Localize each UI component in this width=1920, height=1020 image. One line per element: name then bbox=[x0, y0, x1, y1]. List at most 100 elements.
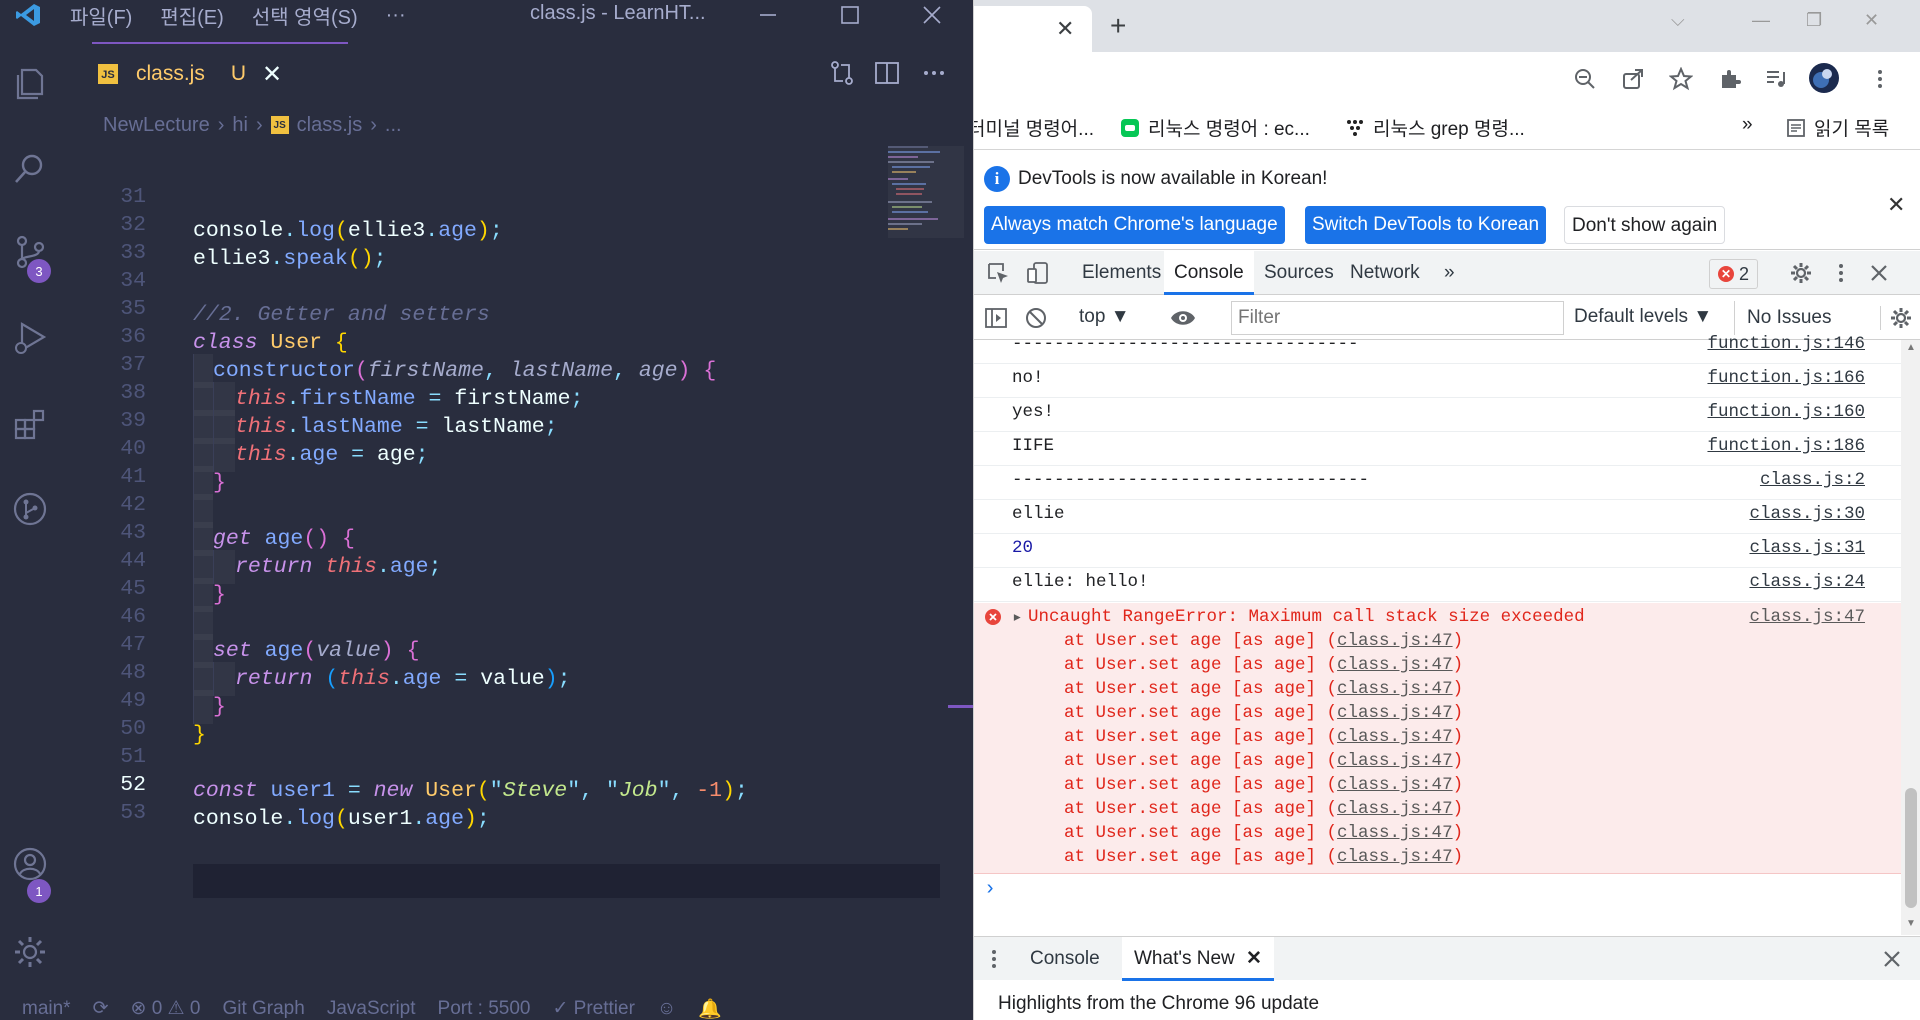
drawer-tab-whats-new[interactable]: What's New ✕ bbox=[1122, 937, 1274, 981]
git-graph-status[interactable]: Git Graph bbox=[222, 998, 304, 1020]
chrome-menu-icon[interactable] bbox=[1866, 65, 1894, 93]
dont-show-again-button[interactable]: Don't show again bbox=[1564, 206, 1726, 244]
share-icon[interactable] bbox=[1619, 65, 1647, 93]
explorer-icon[interactable] bbox=[6, 60, 54, 108]
minimize-icon[interactable]: — bbox=[1752, 10, 1770, 31]
drawer-menu-icon[interactable] bbox=[986, 947, 1002, 971]
log-levels-select[interactable]: Default levels ▼ bbox=[1574, 306, 1712, 328]
breadcrumb-folder[interactable]: NewLecture bbox=[103, 114, 210, 137]
bookmark-item[interactable]: 리눅스 grep 명령... bbox=[1345, 114, 1525, 141]
infobar-close-icon[interactable]: ✕ bbox=[1887, 192, 1905, 218]
maximize-icon[interactable] bbox=[822, 0, 878, 30]
restore-icon[interactable]: ❐ bbox=[1806, 10, 1822, 31]
sync-icon[interactable]: ⟳ bbox=[93, 997, 109, 1020]
new-tab-button[interactable]: + bbox=[1110, 10, 1126, 42]
scroll-up-arrow-icon[interactable]: ▲ bbox=[1906, 342, 1916, 353]
tab-sources[interactable]: Sources bbox=[1254, 251, 1344, 295]
stack-frame-link[interactable]: class.js:47 bbox=[1337, 799, 1453, 819]
bookmark-item[interactable]: 리눅스 명령어 : ec... bbox=[1120, 114, 1310, 141]
close-window-icon[interactable]: ✕ bbox=[1864, 10, 1879, 31]
close-devtools-icon[interactable] bbox=[1867, 261, 1891, 285]
breadcrumb-symbol[interactable]: ... bbox=[385, 114, 402, 137]
git-branch[interactable]: main* bbox=[22, 998, 71, 1020]
breadcrumb-file[interactable]: class.js bbox=[297, 114, 363, 137]
live-expression-eye-icon[interactable] bbox=[1170, 306, 1196, 330]
expand-triangle-icon[interactable]: ▸ bbox=[1012, 607, 1023, 628]
stack-frame-link[interactable]: class.js:47 bbox=[1337, 631, 1453, 651]
breadcrumb-folder[interactable]: hi bbox=[232, 114, 248, 137]
run-debug-icon[interactable] bbox=[6, 314, 54, 362]
browser-tab[interactable]: ✕ bbox=[974, 6, 1092, 52]
tab-close-icon[interactable]: ✕ bbox=[1056, 16, 1074, 42]
extensions-puzzle-icon[interactable] bbox=[1716, 65, 1744, 93]
tab-search-chevron-icon[interactable]: ⌵ bbox=[1671, 10, 1685, 31]
always-match-language-button[interactable]: Always match Chrome's language bbox=[984, 206, 1285, 244]
problems-count[interactable]: ⊗ 0 ⚠ 0 bbox=[131, 997, 201, 1020]
open-changes-icon[interactable] bbox=[825, 56, 859, 90]
language-mode[interactable]: JavaScript bbox=[327, 998, 416, 1020]
show-sidebar-icon[interactable] bbox=[984, 306, 1008, 330]
bookmarks-overflow-button[interactable]: » bbox=[1742, 114, 1753, 136]
stack-frame-link[interactable]: class.js:47 bbox=[1337, 655, 1453, 675]
accounts-icon[interactable] bbox=[6, 840, 54, 888]
message-source-link[interactable]: function.js:146 bbox=[1707, 334, 1865, 354]
extensions-icon[interactable] bbox=[6, 400, 54, 448]
profile-avatar[interactable] bbox=[1808, 62, 1840, 94]
message-source-link[interactable]: function.js:160 bbox=[1707, 402, 1865, 422]
console-prompt-input[interactable]: › bbox=[984, 878, 996, 901]
more-actions-icon[interactable] bbox=[917, 56, 951, 90]
message-source-link[interactable]: class.js:2 bbox=[1760, 470, 1865, 490]
stack-frame-link[interactable]: class.js:47 bbox=[1337, 679, 1453, 699]
split-editor-icon[interactable] bbox=[870, 56, 904, 90]
switch-to-korean-button[interactable]: Switch DevTools to Korean bbox=[1305, 206, 1547, 244]
bookmark-item[interactable]: 터미널 명령어... bbox=[974, 114, 1094, 141]
reading-list-button[interactable]: 읽기 목록 bbox=[1786, 114, 1889, 141]
console-scrollbar[interactable]: ▲ ▼ bbox=[1901, 340, 1920, 935]
stack-frame-link[interactable]: class.js:47 bbox=[1337, 703, 1453, 723]
minimap[interactable] bbox=[888, 146, 964, 246]
execution-context-select[interactable]: top ▼ bbox=[1079, 306, 1130, 328]
message-source-link[interactable]: class.js:24 bbox=[1749, 572, 1865, 592]
tab-console[interactable]: Console bbox=[1164, 251, 1254, 295]
stack-frame-link[interactable]: class.js:47 bbox=[1337, 751, 1453, 771]
menu-file[interactable]: 파일(F) bbox=[56, 1, 146, 30]
stack-frame-link[interactable]: class.js:47 bbox=[1337, 847, 1453, 867]
drawer-tab-console[interactable]: Console bbox=[1018, 937, 1112, 981]
menu-more[interactable]: ··· bbox=[372, 4, 420, 27]
tab-class-js[interactable]: JS class.js U ✕ bbox=[92, 42, 348, 104]
close-drawer-icon[interactable] bbox=[1880, 947, 1904, 971]
error-count-badge[interactable]: ✕ 2 bbox=[1709, 259, 1759, 289]
menu-edit[interactable]: 편집(E) bbox=[146, 1, 237, 30]
media-control-icon[interactable] bbox=[1762, 65, 1790, 93]
scroll-down-arrow-icon[interactable]: ▼ bbox=[1906, 918, 1916, 929]
stack-frame-link[interactable]: class.js:47 bbox=[1337, 727, 1453, 747]
devtools-menu-icon[interactable] bbox=[1829, 261, 1853, 285]
search-icon[interactable] bbox=[6, 145, 54, 193]
device-toolbar-icon[interactable] bbox=[1026, 261, 1050, 285]
scrollbar-thumb[interactable] bbox=[1905, 788, 1917, 908]
stack-frame-link[interactable]: class.js:47 bbox=[1337, 775, 1453, 795]
error-source-link[interactable]: class.js:47 bbox=[1749, 607, 1865, 627]
menu-selection[interactable]: 선택 영역(S) bbox=[238, 1, 372, 30]
close-window-icon[interactable] bbox=[904, 0, 960, 30]
settings-gear-icon[interactable] bbox=[6, 928, 54, 976]
zoom-out-icon[interactable] bbox=[1571, 65, 1599, 93]
inspect-element-icon[interactable] bbox=[986, 261, 1010, 285]
tab-network[interactable]: Network bbox=[1340, 251, 1430, 295]
minimize-icon[interactable] bbox=[740, 0, 796, 30]
tab-elements[interactable]: Elements bbox=[1072, 251, 1171, 295]
message-source-link[interactable]: class.js:31 bbox=[1749, 538, 1865, 558]
feedback-icon[interactable]: ☺ bbox=[657, 998, 676, 1020]
clear-console-icon[interactable] bbox=[1024, 306, 1048, 330]
notifications-bell-icon[interactable]: 🔔 bbox=[698, 997, 722, 1020]
devtools-settings-gear-icon[interactable] bbox=[1789, 261, 1813, 285]
code-editor[interactable]: 31 console.log(ellie3.age); 32 ellie3.sp… bbox=[60, 146, 973, 980]
live-server-port[interactable]: Port : 5500 bbox=[438, 998, 531, 1020]
more-tabs-button[interactable]: » bbox=[1434, 251, 1465, 295]
drawer-tab-close-icon[interactable]: ✕ bbox=[1246, 948, 1262, 969]
stack-frame-link[interactable]: class.js:47 bbox=[1337, 823, 1453, 843]
git-graph-icon[interactable] bbox=[6, 485, 54, 533]
tab-close-icon[interactable]: ✕ bbox=[262, 60, 282, 89]
prettier-status[interactable]: ✓ Prettier bbox=[552, 997, 634, 1020]
scrollbar-position-marker[interactable] bbox=[948, 705, 973, 708]
